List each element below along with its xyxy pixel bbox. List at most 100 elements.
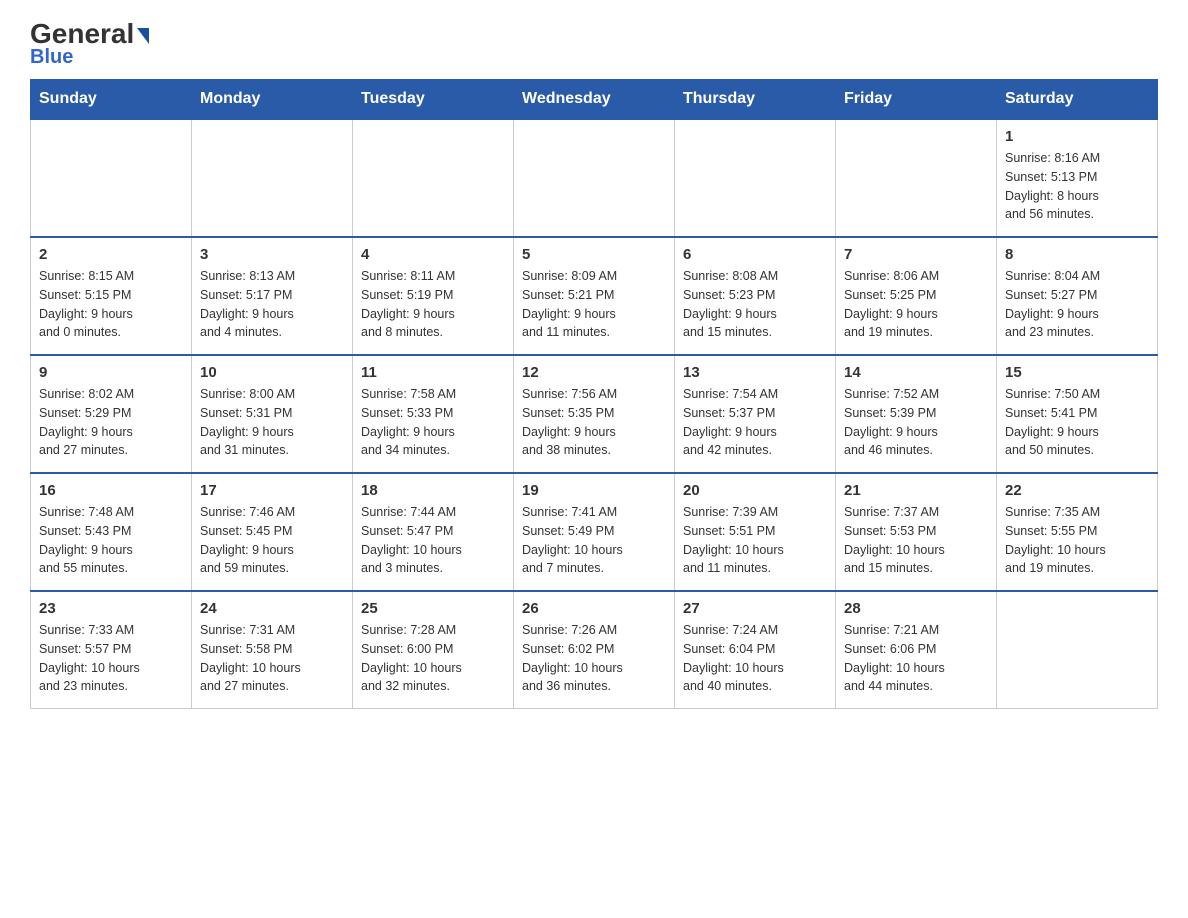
day-number: 22 — [1005, 482, 1149, 499]
day-info: Sunrise: 8:16 AMSunset: 5:13 PMDaylight:… — [1005, 149, 1149, 224]
day-info: Sunrise: 8:15 AMSunset: 5:15 PMDaylight:… — [39, 267, 183, 342]
day-number: 1 — [1005, 128, 1149, 145]
day-info: Sunrise: 7:39 AMSunset: 5:51 PMDaylight:… — [683, 503, 827, 578]
day-number: 20 — [683, 482, 827, 499]
day-number: 3 — [200, 246, 344, 263]
day-number: 2 — [39, 246, 183, 263]
calendar-cell: 23 Sunrise: 7:33 AMSunset: 5:57 PMDayligh… — [31, 591, 192, 709]
page-header: General Blue — [30, 20, 1158, 69]
day-info: Sunrise: 7:56 AMSunset: 5:35 PMDaylight:… — [522, 385, 666, 460]
calendar-cell: 3 Sunrise: 8:13 AMSunset: 5:17 PMDaylight… — [192, 237, 353, 355]
weekday-header-tuesday: Tuesday — [353, 80, 514, 120]
day-number: 9 — [39, 364, 183, 381]
day-number: 26 — [522, 600, 666, 617]
day-number: 4 — [361, 246, 505, 263]
day-number: 18 — [361, 482, 505, 499]
calendar-cell: 26Sunrise: 7:26 AMSunset: 6:02 PMDayligh… — [514, 591, 675, 709]
day-info: Sunrise: 8:13 AMSunset: 5:17 PMDaylight:… — [200, 267, 344, 342]
day-info: Sunrise: 8:09 AMSunset: 5:21 PMDaylight:… — [522, 267, 666, 342]
calendar-cell: 16 Sunrise: 7:48 AMSunset: 5:43 PMDayligh… — [31, 473, 192, 591]
day-number: 12 — [522, 364, 666, 381]
day-number: 25 — [361, 600, 505, 617]
day-info: Sunrise: 7:52 AMSunset: 5:39 PMDaylight:… — [844, 385, 988, 460]
calendar-header: SundayMondayTuesdayWednesdayThursdayFrid… — [31, 80, 1158, 120]
day-number: 14 — [844, 364, 988, 381]
weekday-header-friday: Friday — [836, 80, 997, 120]
calendar-cell — [675, 119, 836, 237]
day-number: 8 — [1005, 246, 1149, 263]
calendar-week-row: 2 Sunrise: 8:15 AMSunset: 5:15 PMDaylight… — [31, 237, 1158, 355]
weekday-header-thursday: Thursday — [675, 80, 836, 120]
day-info: Sunrise: 7:54 AMSunset: 5:37 PMDaylight:… — [683, 385, 827, 460]
day-info: Sunrise: 7:37 AMSunset: 5:53 PMDaylight:… — [844, 503, 988, 578]
logo-text: General — [30, 20, 149, 48]
calendar-cell: 22 Sunrise: 7:35 AMSunset: 5:55 PMDayligh… — [997, 473, 1158, 591]
calendar-cell — [192, 119, 353, 237]
calendar-cell — [31, 119, 192, 237]
day-info: Sunrise: 7:35 AMSunset: 5:55 PMDaylight:… — [1005, 503, 1149, 578]
day-number: 17 — [200, 482, 344, 499]
day-number: 24 — [200, 600, 344, 617]
calendar-cell: 21Sunrise: 7:37 AMSunset: 5:53 PMDayligh… — [836, 473, 997, 591]
calendar-cell: 17Sunrise: 7:46 AMSunset: 5:45 PMDayligh… — [192, 473, 353, 591]
day-info: Sunrise: 8:11 AMSunset: 5:19 PMDaylight:… — [361, 267, 505, 342]
day-info: Sunrise: 8:04 AMSunset: 5:27 PMDaylight:… — [1005, 267, 1149, 342]
calendar-cell: 28 Sunrise: 7:21 AMSunset: 6:06 PMDayligh… — [836, 591, 997, 709]
day-number: 5 — [522, 246, 666, 263]
day-info: Sunrise: 8:06 AMSunset: 5:25 PMDaylight:… — [844, 267, 988, 342]
day-number: 11 — [361, 364, 505, 381]
day-info: Sunrise: 8:00 AMSunset: 5:31 PMDaylight:… — [200, 385, 344, 460]
day-info: Sunrise: 8:08 AMSunset: 5:23 PMDaylight:… — [683, 267, 827, 342]
calendar-cell: 11Sunrise: 7:58 AMSunset: 5:33 PMDayligh… — [353, 355, 514, 473]
day-number: 13 — [683, 364, 827, 381]
calendar-week-row: 23 Sunrise: 7:33 AMSunset: 5:57 PMDayligh… — [31, 591, 1158, 709]
calendar-cell: 14 Sunrise: 7:52 AMSunset: 5:39 PMDayligh… — [836, 355, 997, 473]
calendar-cell — [353, 119, 514, 237]
day-info: Sunrise: 7:33 AMSunset: 5:57 PMDaylight:… — [39, 621, 183, 696]
calendar-cell: 10 Sunrise: 8:00 AMSunset: 5:31 PMDayligh… — [192, 355, 353, 473]
calendar-cell: 12 Sunrise: 7:56 AMSunset: 5:35 PMDayligh… — [514, 355, 675, 473]
day-number: 28 — [844, 600, 988, 617]
day-info: Sunrise: 7:28 AMSunset: 6:00 PMDaylight:… — [361, 621, 505, 696]
day-info: Sunrise: 7:31 AMSunset: 5:58 PMDaylight:… — [200, 621, 344, 696]
calendar-cell: 19Sunrise: 7:41 AMSunset: 5:49 PMDayligh… — [514, 473, 675, 591]
day-info: Sunrise: 8:02 AMSunset: 5:29 PMDaylight:… — [39, 385, 183, 460]
calendar-cell: 8 Sunrise: 8:04 AMSunset: 5:27 PMDaylight… — [997, 237, 1158, 355]
calendar-body: 1 Sunrise: 8:16 AMSunset: 5:13 PMDaylight… — [31, 119, 1158, 709]
calendar-cell: 4 Sunrise: 8:11 AMSunset: 5:19 PMDaylight… — [353, 237, 514, 355]
calendar-week-row: 9 Sunrise: 8:02 AMSunset: 5:29 PMDaylight… — [31, 355, 1158, 473]
calendar-cell: 13 Sunrise: 7:54 AMSunset: 5:37 PMDayligh… — [675, 355, 836, 473]
day-number: 27 — [683, 600, 827, 617]
calendar-cell: 5 Sunrise: 8:09 AMSunset: 5:21 PMDaylight… — [514, 237, 675, 355]
weekday-header-saturday: Saturday — [997, 80, 1158, 120]
calendar-cell: 20 Sunrise: 7:39 AMSunset: 5:51 PMDayligh… — [675, 473, 836, 591]
day-number: 23 — [39, 600, 183, 617]
weekday-header-row: SundayMondayTuesdayWednesdayThursdayFrid… — [31, 80, 1158, 120]
logo-blue-text: Blue — [30, 46, 73, 69]
day-number: 10 — [200, 364, 344, 381]
calendar-cell: 18 Sunrise: 7:44 AMSunset: 5:47 PMDayligh… — [353, 473, 514, 591]
calendar-cell: 6 Sunrise: 8:08 AMSunset: 5:23 PMDaylight… — [675, 237, 836, 355]
day-info: Sunrise: 7:44 AMSunset: 5:47 PMDaylight:… — [361, 503, 505, 578]
day-info: Sunrise: 7:21 AMSunset: 6:06 PMDaylight:… — [844, 621, 988, 696]
calendar-table: SundayMondayTuesdayWednesdayThursdayFrid… — [30, 79, 1158, 709]
calendar-cell: 7 Sunrise: 8:06 AMSunset: 5:25 PMDaylight… — [836, 237, 997, 355]
calendar-cell: 1 Sunrise: 8:16 AMSunset: 5:13 PMDaylight… — [997, 119, 1158, 237]
calendar-cell — [836, 119, 997, 237]
day-info: Sunrise: 7:24 AMSunset: 6:04 PMDaylight:… — [683, 621, 827, 696]
day-number: 7 — [844, 246, 988, 263]
day-info: Sunrise: 7:41 AMSunset: 5:49 PMDaylight:… — [522, 503, 666, 578]
calendar-week-row: 16 Sunrise: 7:48 AMSunset: 5:43 PMDayligh… — [31, 473, 1158, 591]
calendar-week-row: 1 Sunrise: 8:16 AMSunset: 5:13 PMDaylight… — [31, 119, 1158, 237]
weekday-header-sunday: Sunday — [31, 80, 192, 120]
calendar-cell: 27 Sunrise: 7:24 AMSunset: 6:04 PMDayligh… — [675, 591, 836, 709]
calendar-cell — [997, 591, 1158, 709]
day-number: 16 — [39, 482, 183, 499]
weekday-header-wednesday: Wednesday — [514, 80, 675, 120]
calendar-cell: 9 Sunrise: 8:02 AMSunset: 5:29 PMDaylight… — [31, 355, 192, 473]
day-number: 6 — [683, 246, 827, 263]
day-info: Sunrise: 7:48 AMSunset: 5:43 PMDaylight:… — [39, 503, 183, 578]
day-info: Sunrise: 7:50 AMSunset: 5:41 PMDaylight:… — [1005, 385, 1149, 460]
calendar-cell: 2 Sunrise: 8:15 AMSunset: 5:15 PMDaylight… — [31, 237, 192, 355]
logo: General Blue — [30, 20, 149, 69]
